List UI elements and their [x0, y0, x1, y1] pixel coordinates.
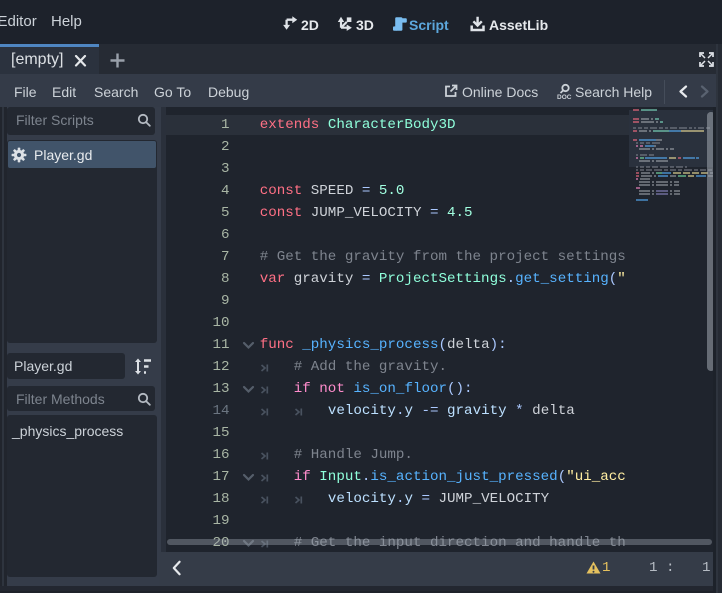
svg-text:DOC: DOC [557, 94, 572, 100]
